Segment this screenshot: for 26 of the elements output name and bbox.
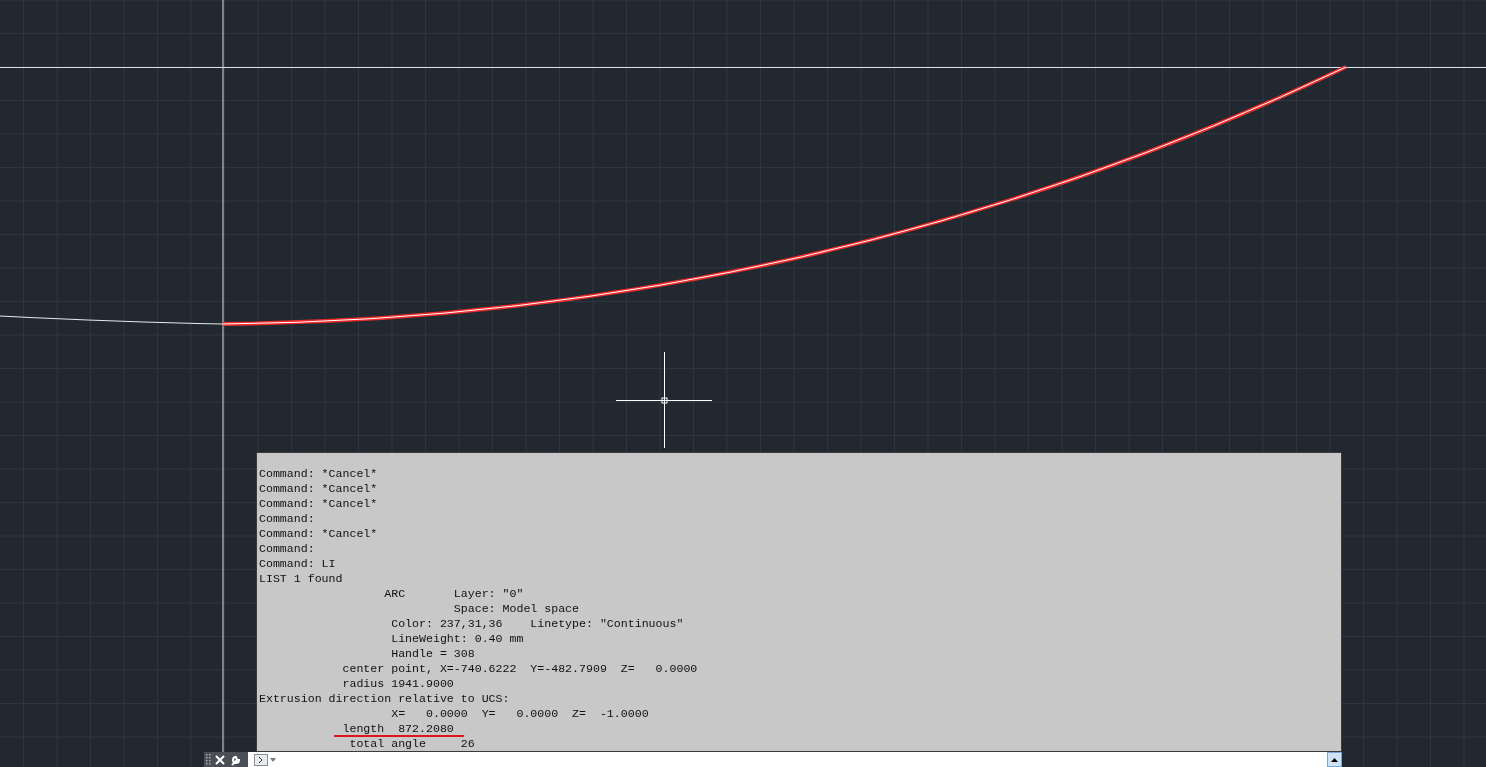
command-output-line: Command: — [259, 542, 315, 555]
close-button[interactable] — [212, 752, 228, 767]
command-output-line: Command: — [259, 512, 315, 525]
prompt-icon[interactable] — [254, 753, 268, 766]
command-output-line: Command: LI — [259, 557, 336, 570]
command-output-line: X= 0.0000 Y= 0.0000 Z= -1.0000 — [390, 707, 649, 720]
command-output-line: Color: 237,31,36 Linetype: "Continuous" — [390, 617, 684, 630]
command-output-line: Handle = 308 — [390, 647, 475, 660]
command-output-line: ARC Layer: "0" — [383, 587, 524, 600]
command-output-line: radius 1941.9000 — [341, 677, 454, 690]
command-output-line: Command: *Cancel* — [259, 467, 378, 480]
scroll-up-button[interactable] — [1327, 752, 1342, 767]
command-input-field[interactable] — [248, 752, 1327, 767]
command-output-line: Space: Model space — [452, 602, 580, 615]
command-output-line: LIST 1 found — [259, 572, 343, 585]
command-output-line: length 872.2080 — [341, 722, 454, 735]
up-arrow-icon — [1331, 757, 1338, 762]
command-output-line: total angle 26 — [348, 737, 475, 750]
command-output-line: center point, X=-740.6222 Y=-482.7909 Z= 0.0000 — [341, 662, 698, 675]
caret-icon[interactable] — [270, 757, 276, 762]
command-output-line: Command: *Cancel* — [259, 482, 378, 495]
command-output-line: Extrusion direction relative to UCS: — [259, 692, 510, 705]
command-output-line: Command: *Cancel* — [259, 497, 378, 510]
command-output-line: Command: *Cancel* — [259, 527, 378, 540]
command-output-line: LineWeight: 0.40 mm — [390, 632, 524, 645]
grip-icon[interactable] — [206, 753, 212, 766]
